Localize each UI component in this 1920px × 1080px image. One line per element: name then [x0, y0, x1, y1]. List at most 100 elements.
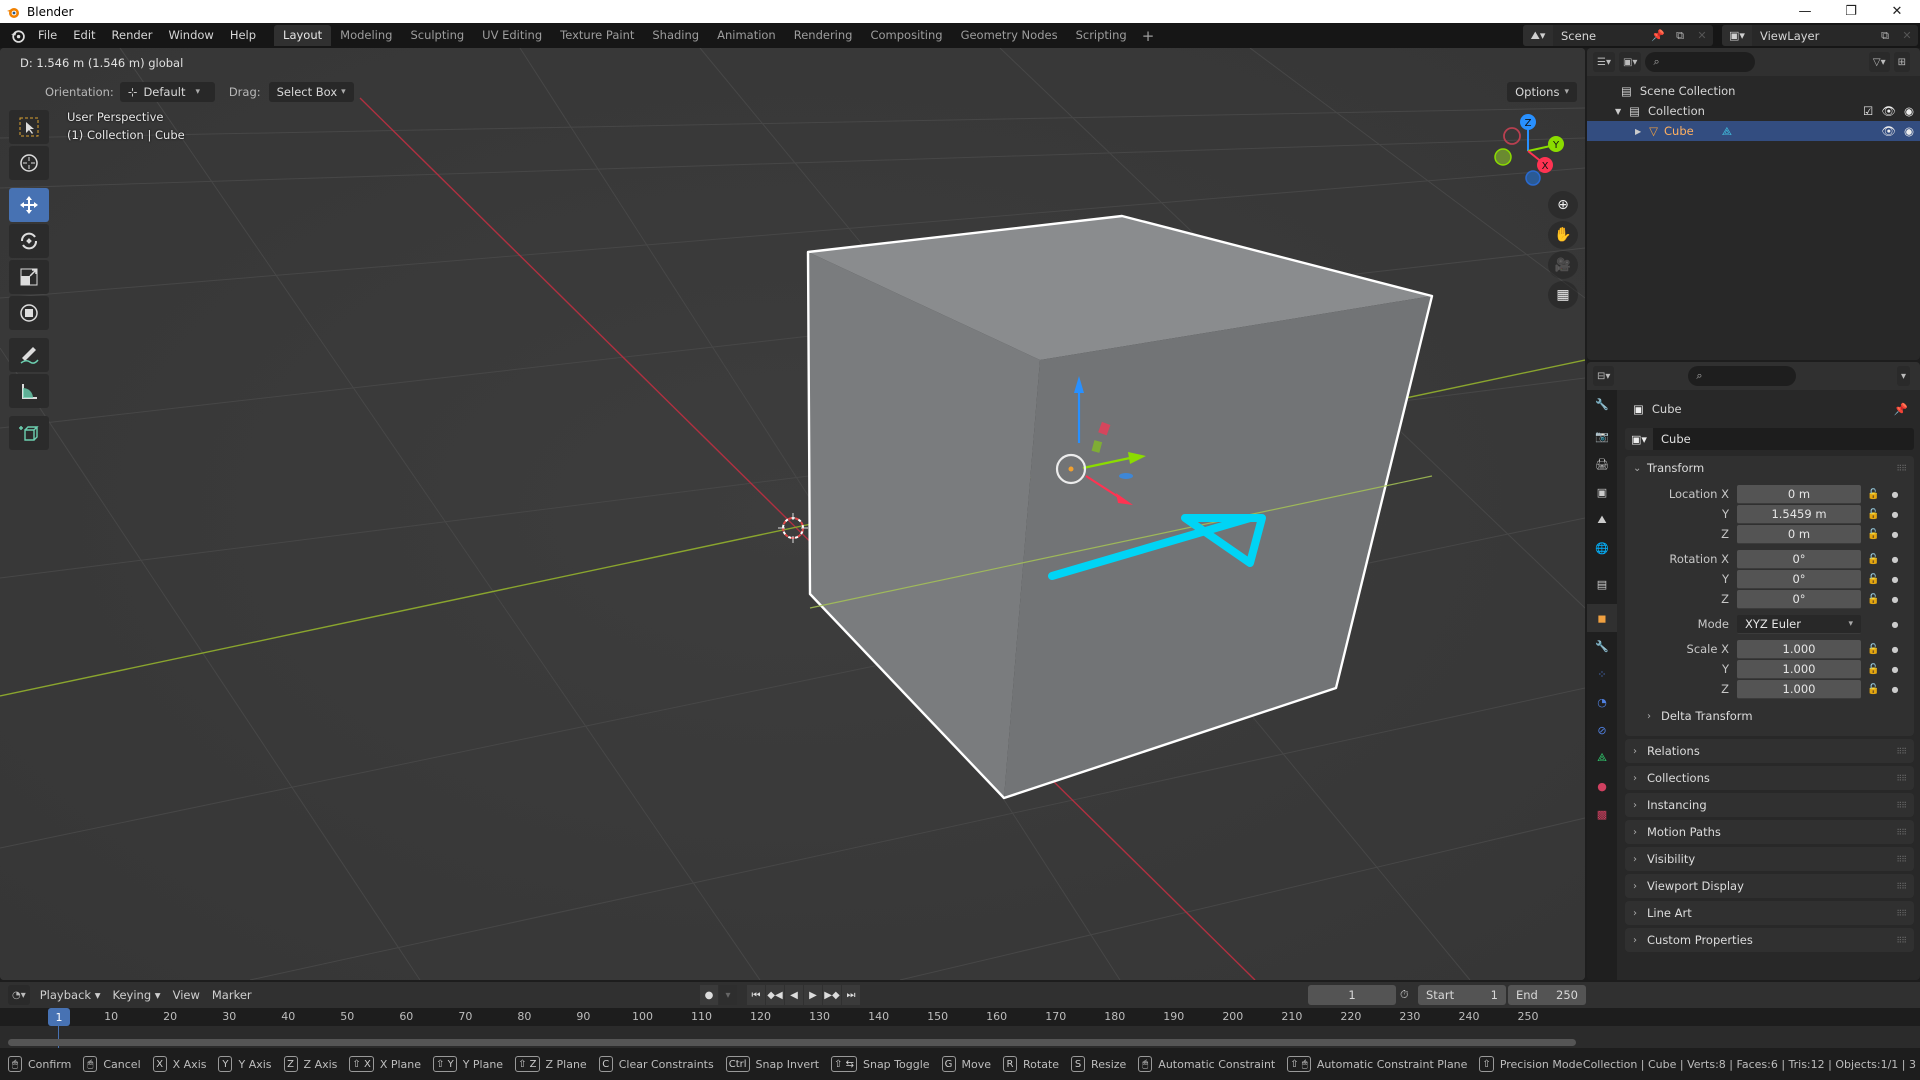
- keyframe-dot-icon[interactable]: ●: [1889, 530, 1901, 539]
- view-menu[interactable]: View: [167, 988, 206, 1002]
- timeline-track[interactable]: [0, 1026, 1920, 1048]
- prev-keyframe-button[interactable]: ◆◀: [766, 985, 784, 1005]
- next-keyframe-button[interactable]: ▶◆: [823, 985, 841, 1005]
- relations-panel[interactable]: › Relations ⠿⠿: [1625, 739, 1914, 763]
- instancing-panel[interactable]: › Instancing ⠿⠿: [1625, 793, 1914, 817]
- pan-view-button[interactable]: ✋: [1548, 221, 1578, 249]
- pin-icon[interactable]: 📌: [1894, 402, 1908, 416]
- exclude-checkbox[interactable]: ☑: [1863, 104, 1873, 118]
- new-scene-icon[interactable]: ⧉: [1669, 25, 1691, 46]
- keyframe-dot-icon[interactable]: ●: [1889, 510, 1901, 519]
- add-workspace-button[interactable]: +: [1136, 27, 1161, 45]
- playback-menu[interactable]: Playback ▾: [34, 988, 107, 1002]
- jump-end-button[interactable]: ⏭: [842, 985, 860, 1005]
- playhead[interactable]: 1: [48, 1008, 70, 1026]
- scale-z-field[interactable]: 1.000: [1737, 679, 1861, 699]
- tab-material[interactable]: ●: [1587, 772, 1617, 800]
- outliner-row-cube[interactable]: ▶ ▽ Cube ⟁ 👁 ◉: [1587, 121, 1920, 141]
- location-x-field[interactable]: 0 m: [1737, 484, 1861, 504]
- menu-window[interactable]: Window: [160, 23, 221, 48]
- tab-render[interactable]: 📷: [1587, 422, 1617, 450]
- orientation-dropdown[interactable]: ⊹ Default ▾: [119, 82, 215, 102]
- rotation-mode-dropdown[interactable]: XYZ Euler ▾: [1737, 614, 1861, 634]
- lock-icon[interactable]: 🔓: [1867, 664, 1885, 675]
- tab-texture-paint[interactable]: Texture Paint: [551, 25, 643, 46]
- maximize-button[interactable]: ❐: [1828, 0, 1874, 23]
- menu-file[interactable]: File: [30, 23, 65, 48]
- tab-scene[interactable]: ⛰: [1587, 506, 1617, 534]
- eye-icon[interactable]: 👁: [1881, 124, 1896, 138]
- lock-icon[interactable]: 🔓: [1867, 644, 1885, 655]
- play-reverse-button[interactable]: ◀: [785, 985, 803, 1005]
- lock-icon[interactable]: 🔓: [1867, 509, 1885, 520]
- marker-menu[interactable]: Marker: [206, 988, 258, 1002]
- tab-modifiers[interactable]: 🔧: [1587, 632, 1617, 660]
- lock-icon[interactable]: 🔓: [1867, 574, 1885, 585]
- tab-modeling[interactable]: Modeling: [331, 25, 401, 46]
- keyframe-dot-icon[interactable]: ●: [1889, 685, 1901, 694]
- tab-scripting[interactable]: Scripting: [1067, 25, 1136, 46]
- rotate-tool[interactable]: [9, 224, 49, 258]
- line-art-panel[interactable]: › Line Art ⠿⠿: [1625, 901, 1914, 925]
- measure-tool[interactable]: [9, 374, 49, 408]
- new-collection-button[interactable]: ⊞: [1893, 52, 1910, 72]
- lock-icon[interactable]: 🔓: [1867, 684, 1885, 695]
- keyframe-dot-icon[interactable]: ●: [1889, 665, 1901, 674]
- view-layer-name[interactable]: ViewLayer: [1752, 29, 1874, 43]
- scale-tool[interactable]: [9, 260, 49, 294]
- start-frame-field[interactable]: Start 1: [1418, 985, 1506, 1005]
- transform-panel-header[interactable]: ⌄ Transform ⠿⠿: [1625, 456, 1914, 480]
- tab-constraints[interactable]: ⊘: [1587, 716, 1617, 744]
- tab-shading[interactable]: Shading: [643, 25, 708, 46]
- object-name-input[interactable]: Cube: [1653, 428, 1914, 450]
- camera-render-icon[interactable]: ◉: [1904, 104, 1914, 118]
- keyframe-dot-icon[interactable]: ●: [1889, 620, 1901, 629]
- timeline-scrollbar[interactable]: [8, 1039, 1576, 1046]
- tab-collection[interactable]: ▤: [1587, 570, 1617, 598]
- scene-selector[interactable]: ⛰▾ Scene 📌 ⧉ ✕: [1523, 25, 1713, 46]
- close-window-button[interactable]: ✕: [1874, 0, 1920, 23]
- tab-view-layer[interactable]: ▣: [1587, 478, 1617, 506]
- scale-x-field[interactable]: 1.000: [1737, 639, 1861, 659]
- blender-menu-icon[interactable]: [4, 23, 30, 48]
- add-cube-tool[interactable]: [9, 416, 49, 450]
- transform-tool[interactable]: [9, 296, 49, 330]
- motion-paths-panel[interactable]: › Motion Paths ⠿⠿: [1625, 820, 1914, 844]
- tab-object[interactable]: ◼: [1587, 604, 1617, 632]
- menu-render[interactable]: Render: [104, 23, 161, 48]
- 3d-viewport[interactable]: D: 1.546 m (1.546 m) global Orientation:…: [0, 48, 1585, 980]
- view-layer-selector[interactable]: ▣▾ ViewLayer ⧉ ✕: [1722, 25, 1918, 46]
- view-layer-filter-dropdown[interactable]: ▣▾: [1618, 52, 1642, 72]
- scene-name[interactable]: Scene: [1553, 29, 1647, 43]
- camera-render-icon[interactable]: ◉: [1904, 124, 1914, 138]
- outliner-search-input[interactable]: ⌕: [1645, 52, 1756, 72]
- delta-transform-subpanel[interactable]: › Delta Transform: [1625, 704, 1914, 728]
- rotation-z-field[interactable]: 0°: [1737, 589, 1861, 609]
- delete-view-layer-icon[interactable]: ✕: [1896, 25, 1918, 46]
- tab-texture[interactable]: ▩: [1587, 800, 1617, 828]
- tab-compositing[interactable]: Compositing: [861, 25, 951, 46]
- rotation-x-field[interactable]: 0°: [1737, 549, 1861, 569]
- scale-y-field[interactable]: 1.000: [1737, 659, 1861, 679]
- end-frame-field[interactable]: End 250: [1508, 985, 1586, 1005]
- tab-tool[interactable]: 🔧: [1587, 390, 1617, 418]
- editor-type-dropdown[interactable]: ⊟▾: [1593, 366, 1615, 386]
- expand-arrow-icon[interactable]: ▶: [1635, 127, 1641, 136]
- tab-uv-editing[interactable]: UV Editing: [473, 25, 551, 46]
- tab-sculpting[interactable]: Sculpting: [401, 25, 473, 46]
- delete-scene-icon[interactable]: ✕: [1691, 25, 1713, 46]
- play-button[interactable]: ▶: [804, 985, 822, 1005]
- object-browse-dropdown[interactable]: ▣▾: [1625, 428, 1653, 450]
- lock-icon[interactable]: 🔓: [1867, 554, 1885, 565]
- collections-panel[interactable]: › Collections ⠿⠿: [1625, 766, 1914, 790]
- outliner-row-collection[interactable]: ▼ ▤ Collection ☑ 👁 ◉: [1587, 101, 1920, 121]
- keyframe-dot-icon[interactable]: ●: [1889, 490, 1901, 499]
- cursor-tool[interactable]: [9, 146, 49, 180]
- rotation-y-field[interactable]: 0°: [1737, 569, 1861, 589]
- ortho-toggle-button[interactable]: ▦: [1548, 281, 1578, 309]
- tab-animation[interactable]: Animation: [708, 25, 785, 46]
- move-tool[interactable]: [9, 188, 49, 222]
- expand-arrow-icon[interactable]: ▼: [1615, 107, 1621, 116]
- keyframe-dot-icon[interactable]: ●: [1889, 595, 1901, 604]
- keyframe-dot-icon[interactable]: ●: [1889, 555, 1901, 564]
